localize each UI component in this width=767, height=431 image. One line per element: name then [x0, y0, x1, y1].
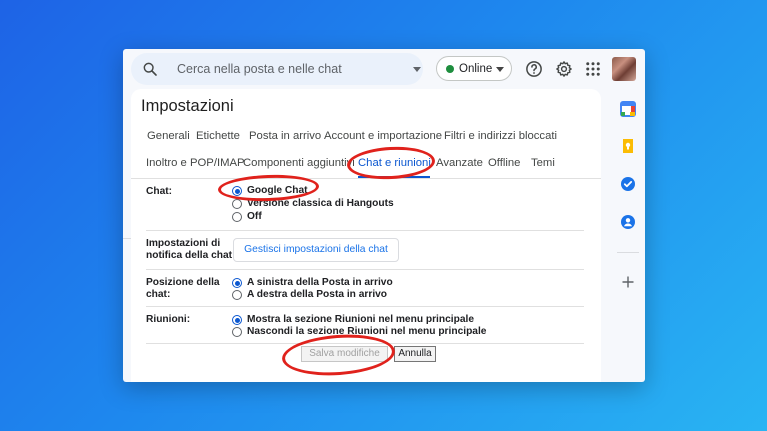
- radio-button[interactable]: [232, 212, 242, 222]
- tab-forwarding-pop-imap[interactable]: Inoltro e POP/IMAP: [146, 157, 245, 169]
- keep-icon[interactable]: [620, 138, 636, 154]
- side-apps-divider: [617, 252, 639, 253]
- row-divider: [146, 230, 584, 231]
- radio-button[interactable]: [232, 199, 242, 209]
- row-divider: [146, 269, 584, 270]
- radio-button[interactable]: [232, 315, 242, 325]
- status-label: Online: [459, 63, 493, 75]
- chat-notifications-label-line2: notifica della chat:: [146, 250, 236, 261]
- option-label: Mostra la sezione Riunioni nel menu prin…: [247, 314, 474, 325]
- chat-position-label-line1: Posizione della: [146, 277, 220, 288]
- search-options-icon[interactable]: [413, 67, 421, 72]
- side-apps-panel: [611, 93, 645, 382]
- divider: [123, 238, 131, 239]
- tab-advanced[interactable]: Avanzate: [436, 157, 483, 169]
- chat-position-label-line2: chat:: [146, 289, 171, 300]
- option-label: A destra della Posta in arrivo: [247, 289, 388, 300]
- radio-button[interactable]: [232, 327, 242, 337]
- avatar[interactable]: [612, 57, 636, 81]
- search-input[interactable]: Cerca nella posta e nelle chat: [177, 62, 342, 76]
- radio-button[interactable]: [232, 278, 242, 288]
- search-icon[interactable]: [142, 61, 158, 77]
- row-divider: [146, 306, 584, 307]
- tab-labels[interactable]: Etichette: [196, 130, 240, 142]
- cancel-button[interactable]: Annulla: [394, 346, 436, 362]
- tabs-divider: [131, 178, 601, 179]
- tab-themes[interactable]: Temi: [531, 157, 555, 169]
- gear-icon[interactable]: [555, 60, 573, 78]
- tasks-icon[interactable]: [620, 176, 636, 192]
- tab-general[interactable]: Generali: [147, 130, 190, 142]
- status-dropdown[interactable]: Online: [436, 56, 512, 81]
- help-icon[interactable]: [525, 60, 543, 78]
- tab-addons[interactable]: Componenti aggiuntivi: [243, 157, 355, 169]
- page-title: Impostazioni: [141, 97, 234, 115]
- tab-accounts-import[interactable]: Account e importazione: [324, 130, 442, 142]
- status-dot-icon: [446, 65, 454, 73]
- tab-offline[interactable]: Offline: [488, 157, 520, 169]
- chevron-down-icon: [496, 67, 504, 72]
- manage-chat-settings-button[interactable]: Gestisci impostazioni della chat: [233, 238, 399, 262]
- search-bar[interactable]: Cerca nella posta e nelle chat: [131, 53, 423, 85]
- chat-setting-label: Chat:: [146, 186, 173, 197]
- tab-filters-blocked[interactable]: Filtri e indirizzi bloccati: [444, 130, 557, 142]
- meetings-label: Riunioni:: [146, 314, 191, 325]
- option-label: Off: [247, 211, 262, 222]
- contacts-icon[interactable]: [620, 214, 636, 230]
- chat-notifications-label-line1: Impostazioni di: [146, 238, 221, 249]
- radio-button[interactable]: [232, 290, 242, 300]
- gmail-window: Cerca nella posta e nelle chat Online Im…: [123, 49, 645, 382]
- top-bar: Cerca nella posta e nelle chat Online: [123, 49, 645, 89]
- add-icon[interactable]: [620, 274, 636, 290]
- apps-grid-icon[interactable]: [584, 60, 602, 78]
- option-label: A sinistra della Posta in arrivo: [247, 277, 393, 288]
- calendar-icon[interactable]: [620, 101, 636, 117]
- tab-inbox[interactable]: Posta in arrivo: [249, 130, 321, 142]
